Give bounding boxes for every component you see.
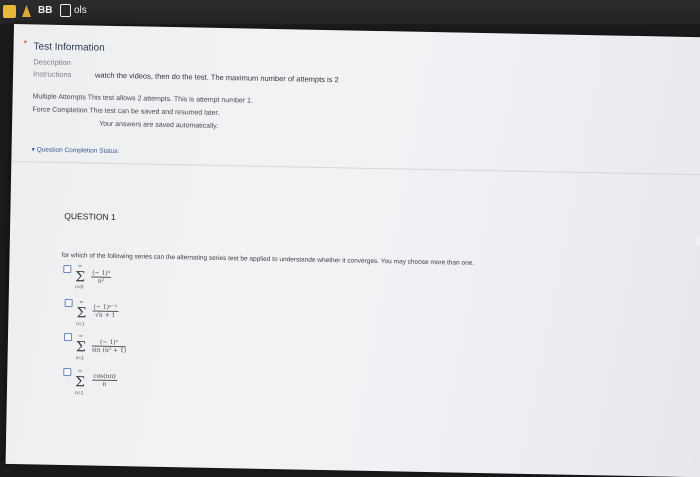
instructions-label: Instructions: [32, 69, 72, 80]
question-completion-status[interactable]: ▾ Question Completion Status:: [32, 145, 120, 155]
required-star-icon: *: [23, 38, 28, 49]
question-heading: QUESTION 1: [64, 211, 116, 222]
answer-option[interactable]: Σ ∞ n=1 (− 1)ⁿ⁻¹ √n + 1: [14, 24, 700, 327]
sum-upper: ∞: [78, 368, 82, 375]
sum-lower: n=1: [74, 390, 84, 397]
answer-checkbox[interactable]: [63, 264, 72, 274]
test-page: * Test Information Description Instructi…: [5, 24, 700, 477]
sum-lower: n=1: [75, 355, 85, 362]
description-label: Description: [33, 57, 71, 68]
instructions-value: watch the videos, then do the test. The …: [94, 70, 339, 85]
tab-bb[interactable]: BB: [38, 3, 52, 19]
sum-lower: n=1: [76, 321, 85, 328]
summation-icon: Σ: [75, 339, 86, 356]
question-text: for which of the following series can th…: [61, 251, 475, 267]
sum-upper: ∞: [78, 333, 83, 340]
divider: [11, 160, 700, 176]
answer-checkbox[interactable]: [63, 368, 72, 377]
denominator: n: [102, 380, 107, 388]
scroll-handle[interactable]: [696, 236, 700, 246]
answer-checkbox[interactable]: [63, 333, 73, 342]
document-icon: [60, 4, 71, 17]
browser-tab-bar: BB ols: [0, 0, 700, 24]
answer-option[interactable]: Σ ∞ n=1 (− 1)ⁿ sin (n² + 1): [14, 24, 700, 361]
term-fraction: (− 1)ⁿ⁻¹ √n + 1: [92, 303, 119, 319]
term-fraction: (− 1)ⁿ n²: [91, 269, 112, 285]
app-icon[interactable]: [3, 5, 16, 18]
term-fraction: cos(nπ) n: [92, 372, 117, 388]
denominator: n²: [97, 277, 105, 285]
denominator: sin (n² + 1): [91, 346, 127, 355]
force-completion-text: Force Completion This test can be saved …: [32, 106, 220, 117]
sum-upper: ∞: [78, 263, 82, 270]
answer-option[interactable]: Σ ∞ n=0 (− 1)ⁿ n²: [14, 24, 700, 290]
summation-icon: Σ: [74, 269, 86, 286]
multiple-attempts-text: Multiple Attempts This test allows 2 att…: [32, 93, 253, 105]
autosave-text: Your answers are saved automatically.: [99, 120, 219, 130]
bookmark-icon[interactable]: [22, 5, 31, 17]
answer-option[interactable]: Σ ∞ n=1 cos(nπ) n: [14, 24, 700, 396]
denominator: √n + 1: [94, 311, 116, 319]
test-information-heading: Test Information: [33, 41, 105, 54]
tab-ols[interactable]: ols: [74, 3, 87, 19]
sum-lower: n=0: [74, 284, 84, 291]
term-fraction: (− 1)ⁿ sin (n² + 1): [91, 338, 127, 355]
answer-checkbox[interactable]: [64, 299, 73, 308]
sum-upper: ∞: [79, 299, 84, 306]
summation-icon: Σ: [76, 305, 87, 322]
summation-icon: Σ: [74, 374, 86, 391]
